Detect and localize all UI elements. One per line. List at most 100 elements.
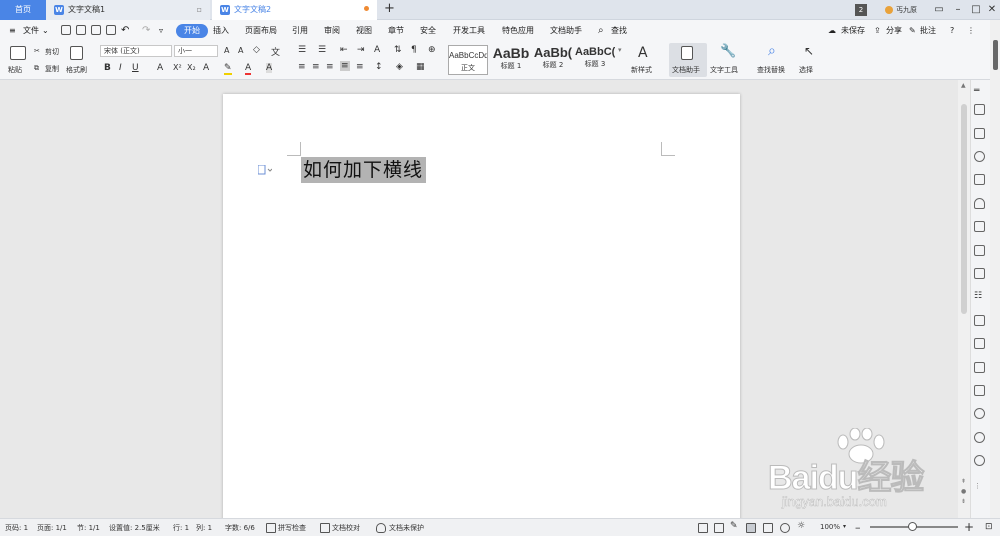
scroll-up-icon[interactable]: ▲ — [961, 82, 966, 89]
menu-chapter[interactable]: 章节 — [388, 24, 404, 38]
shrink-font-icon[interactable]: A — [238, 46, 243, 55]
reading-mode-icon[interactable] — [714, 523, 724, 533]
superscript-icon[interactable]: X² — [173, 63, 182, 72]
status-column[interactable]: 列: 1 — [196, 523, 212, 533]
italic-icon[interactable]: I — [119, 63, 122, 73]
status-settings-icon[interactable]: ⊡ — [985, 522, 993, 532]
tab-home[interactable]: 首页 — [0, 0, 46, 20]
shield-icon[interactable] — [974, 198, 985, 209]
zoom-slider-knob[interactable] — [908, 522, 917, 531]
protect-status[interactable]: 文档未保护 — [389, 523, 424, 533]
help-circle-icon[interactable] — [974, 455, 985, 466]
format-painter-button[interactable]: 格式刷 — [66, 65, 87, 75]
strikethrough-icon[interactable]: A — [157, 63, 163, 73]
status-row[interactable]: 行: 1 — [173, 523, 189, 533]
panel-collapse-icon[interactable]: ═ — [974, 86, 985, 97]
hamburger-icon[interactable]: ≡ — [9, 24, 16, 38]
help-icon[interactable]: ? — [950, 24, 954, 38]
menu-special-apps[interactable]: 特色应用 — [502, 24, 534, 38]
window-scrollbar[interactable] — [990, 20, 1000, 518]
style-heading-3[interactable]: AaBbC( 标题 3 — [575, 45, 615, 75]
menu-start[interactable]: 开始 — [176, 24, 208, 38]
share-button[interactable]: 分享 — [886, 24, 902, 38]
status-section[interactable]: 节: 1/1 — [77, 523, 100, 533]
image-icon[interactable] — [974, 385, 985, 396]
copy-button[interactable]: 复制 — [45, 64, 59, 74]
quick-access-dropdown-icon[interactable]: ▿ — [159, 24, 163, 38]
history-icon[interactable] — [974, 432, 985, 443]
style-normal[interactable]: AaBbCcDd 正文 — [448, 45, 488, 75]
paragraph-settings-icon[interactable]: ⊕ — [428, 45, 436, 55]
text-effect-icon[interactable]: A — [203, 63, 209, 73]
more-icon[interactable]: ⋮ — [967, 24, 975, 38]
minimize-icon[interactable]: – — [948, 0, 968, 20]
archive-icon[interactable] — [974, 362, 985, 373]
chart-icon[interactable] — [974, 268, 985, 279]
location-icon[interactable] — [974, 151, 985, 162]
next-page-icon[interactable]: ⇟ — [961, 498, 966, 505]
select-cursor-icon[interactable]: ↖ — [804, 44, 814, 58]
undo-icon[interactable]: ↶ — [121, 24, 129, 38]
prev-page-icon[interactable]: ⇞ — [961, 478, 966, 485]
cut-icon[interactable]: ✂ — [34, 47, 40, 55]
apps-grid-icon[interactable] — [974, 245, 985, 256]
increase-indent-icon[interactable]: ⇥ — [357, 45, 365, 55]
tab-document-2[interactable]: W 文字文稿2 — [212, 0, 377, 20]
numbered-list-icon[interactable]: ☰ — [318, 45, 326, 55]
zoom-out-icon[interactable]: – — [855, 521, 861, 534]
find-replace-icon[interactable]: ⌕ — [768, 43, 776, 59]
paste-icon[interactable] — [10, 46, 26, 60]
menu-file[interactable]: 文件 — [23, 24, 39, 38]
char-shading-icon[interactable]: A — [266, 63, 273, 73]
status-setting-value[interactable]: 设置值: 2.5厘米 — [109, 523, 160, 533]
bold-icon[interactable]: B — [104, 63, 111, 73]
document-scrollbar-thumb[interactable] — [961, 104, 967, 314]
fullscreen-icon[interactable] — [698, 523, 708, 533]
select-pointer-icon[interactable] — [974, 128, 985, 139]
eye-protection-icon[interactable]: ☼ — [797, 521, 807, 531]
status-page-number[interactable]: 页码: 1 — [5, 523, 28, 533]
wrench-icon[interactable]: 🔧 — [720, 44, 736, 59]
unsaved-status[interactable]: 未保存 — [841, 24, 865, 38]
format-painter-icon[interactable] — [70, 46, 83, 60]
font-name-select[interactable]: 宋体 (正文) — [100, 45, 172, 57]
redo-icon[interactable]: ↷ — [142, 24, 150, 38]
menu-security[interactable]: 安全 — [420, 24, 436, 38]
proofread-button[interactable]: 文档校对 — [332, 523, 360, 533]
close-window-icon[interactable]: ✕ — [982, 0, 1000, 20]
menu-insert[interactable]: 插入 — [213, 24, 229, 38]
paragraph-handle-icon[interactable] — [257, 164, 273, 175]
menu-doc-helper[interactable]: 文档助手 — [550, 24, 582, 38]
comment-button[interactable]: 批注 — [920, 24, 936, 38]
shading-icon[interactable]: ◈ — [396, 62, 403, 72]
window-scrollbar-thumb[interactable] — [993, 40, 998, 70]
chinese-layout-icon[interactable]: A — [374, 45, 380, 55]
subscript-icon[interactable]: X₂ — [187, 63, 196, 72]
new-style-icon[interactable]: A — [638, 45, 648, 61]
grow-font-icon[interactable]: A — [224, 46, 229, 55]
paste-button[interactable]: 粘贴 — [8, 65, 22, 75]
print-preview-icon[interactable] — [106, 25, 116, 35]
align-center-icon[interactable]: ≡ — [312, 62, 320, 72]
phonetic-icon[interactable]: 文 — [271, 45, 280, 58]
distributed-align-icon[interactable]: ≡ — [356, 62, 364, 72]
font-size-select[interactable]: 小一 — [174, 45, 218, 57]
shapes-icon[interactable] — [974, 174, 985, 185]
browse-object-icon[interactable]: ● — [961, 488, 966, 495]
user-account[interactable]: 丐九原 — [885, 0, 917, 20]
copy-icon[interactable]: ⧉ — [34, 64, 39, 73]
settings-sliders-icon[interactable]: ☷ — [974, 291, 985, 302]
font-color-icon[interactable]: A — [245, 63, 252, 75]
spellcheck-button[interactable]: 拼写检查 — [278, 523, 306, 533]
clear-format-icon[interactable]: ◇ — [253, 45, 260, 55]
export-pdf-icon[interactable] — [76, 25, 86, 35]
export-icon[interactable] — [974, 315, 985, 326]
styles-more-icon[interactable]: ▾ — [618, 46, 622, 54]
table-icon[interactable] — [974, 221, 985, 232]
search-icon[interactable]: ⌕ — [598, 24, 604, 38]
zoom-level[interactable]: 100% — [820, 523, 840, 531]
chevron-down-icon[interactable]: ⌄ — [42, 24, 49, 38]
save-icon[interactable] — [61, 25, 71, 35]
panel-more-icon[interactable]: ⋮ — [974, 482, 985, 493]
cut-button[interactable]: 剪切 — [45, 47, 59, 57]
